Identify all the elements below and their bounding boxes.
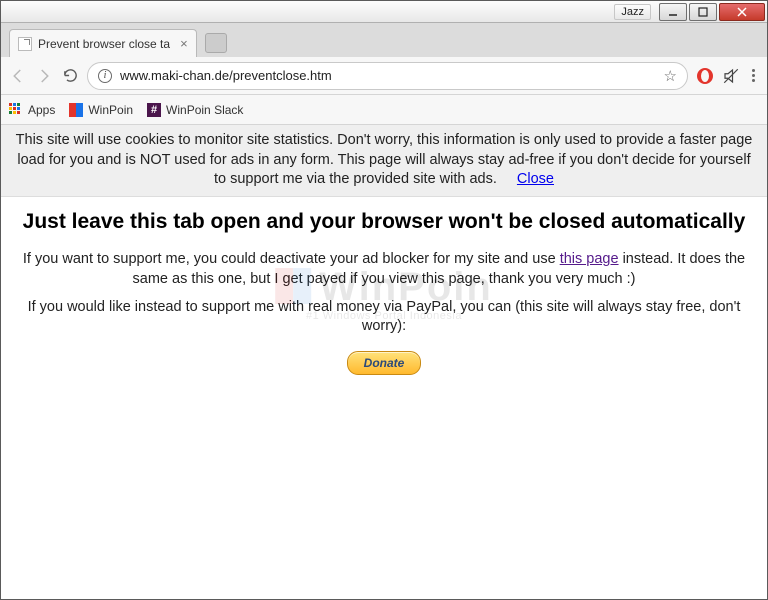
winpoin-slack-bookmark[interactable]: # WinPoin Slack: [147, 103, 243, 117]
browser-tab[interactable]: Prevent browser close ta ×: [9, 29, 197, 57]
close-window-button[interactable]: [719, 3, 765, 21]
back-button[interactable]: [9, 67, 27, 85]
file-icon: [18, 37, 32, 51]
mute-icon[interactable]: [722, 67, 740, 85]
this-page-link[interactable]: this page: [560, 251, 619, 267]
minimize-button[interactable]: [659, 3, 687, 21]
cookie-close-link[interactable]: Close: [517, 171, 554, 187]
page-heading: Just leave this tab open and your browse…: [19, 203, 749, 241]
maximize-button[interactable]: [689, 3, 717, 21]
window-caption: Jazz: [614, 4, 651, 20]
forward-button[interactable]: [35, 67, 53, 85]
bookmarks-bar: Apps WinPoin # WinPoin Slack: [1, 95, 767, 125]
tab-title: Prevent browser close ta: [38, 37, 170, 51]
winpoin-label: WinPoin: [88, 103, 133, 117]
support-paragraph-1: If you want to support me, you could dea…: [19, 250, 749, 289]
navigation-bar: i www.maki-chan.de/preventclose.htm ☆: [1, 57, 767, 95]
page-content: This site will use cookies to monitor si…: [1, 125, 767, 599]
close-tab-icon[interactable]: ×: [180, 36, 188, 51]
cookie-notice: This site will use cookies to monitor si…: [1, 125, 767, 197]
window-titlebar: Jazz: [1, 1, 767, 23]
site-info-icon[interactable]: i: [98, 69, 112, 83]
donate-button[interactable]: Donate: [347, 351, 422, 375]
apps-bookmark[interactable]: Apps: [9, 103, 55, 117]
winpoin-bookmark[interactable]: WinPoin: [69, 103, 133, 117]
url-text: www.maki-chan.de/preventclose.htm: [120, 68, 656, 83]
address-bar[interactable]: i www.maki-chan.de/preventclose.htm ☆: [87, 62, 688, 90]
slack-label: WinPoin Slack: [166, 103, 243, 117]
menu-button[interactable]: [748, 69, 759, 82]
apps-grid-icon: [9, 103, 23, 117]
bookmark-star-icon[interactable]: ☆: [664, 67, 677, 85]
support-paragraph-2: If you would like instead to support me …: [19, 298, 749, 337]
main-area: WinPoin #1 Windows Portal Indonesia Just…: [1, 197, 767, 381]
tab-strip: Prevent browser close ta ×: [1, 23, 767, 57]
apps-label: Apps: [28, 103, 55, 117]
reload-button[interactable]: [61, 67, 79, 85]
opera-extension-icon[interactable]: [696, 67, 714, 85]
slack-icon: #: [147, 103, 161, 117]
new-tab-button[interactable]: [205, 33, 227, 53]
cookie-text: This site will use cookies to monitor si…: [16, 132, 753, 187]
browser-window: Jazz Prevent browser close ta × i www.ma…: [0, 0, 768, 600]
winpoin-icon: [69, 103, 83, 117]
